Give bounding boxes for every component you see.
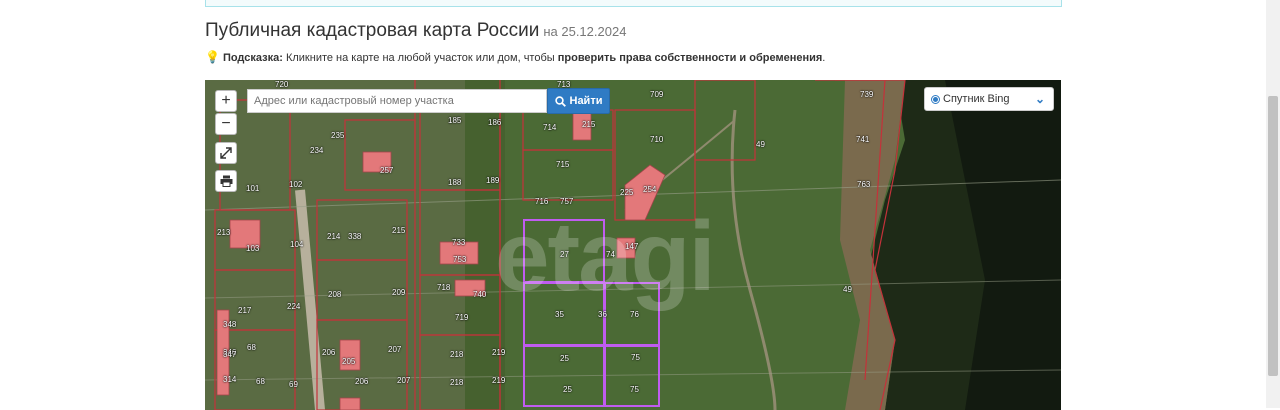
parcel-label: 76 [630, 310, 639, 319]
parcel-label: 314 [223, 375, 237, 384]
parcel-label: 348 [223, 320, 237, 329]
parcel-label: 188 [448, 178, 462, 187]
parcel-label: 186 [488, 118, 502, 127]
lightbulb-icon: 💡 [205, 50, 220, 64]
parcel-label: 101 [246, 184, 260, 193]
page-scrollbar[interactable] [1266, 0, 1280, 408]
parcel-label: 710 [650, 135, 664, 144]
zoom-in-button[interactable]: + [215, 90, 237, 112]
hint-bold-text: проверить права собственности и обремене… [557, 52, 823, 64]
printer-icon [220, 175, 232, 187]
layer-select-value: Спутник Bing [943, 93, 1010, 105]
watermark: etagi [495, 201, 716, 311]
parcel-label: 254 [643, 185, 657, 194]
parcel-label: 102 [289, 180, 303, 189]
chevron-down-icon: ⌄ [1034, 92, 1045, 106]
parcel-label: 75 [631, 353, 640, 362]
search-input[interactable] [247, 89, 547, 113]
parcel-label: 35 [555, 310, 564, 319]
title-text: Публичная кадастровая карта России [205, 20, 540, 41]
parcel-label: 74 [606, 250, 615, 259]
parcel-label: 225 [620, 188, 634, 197]
parcel-label: 716 [535, 197, 549, 206]
parcel-label: 338 [348, 232, 362, 241]
page-title: Публичная кадастровая карта России на 25.… [205, 20, 626, 42]
parcel-label: 719 [455, 313, 469, 322]
expand-icon [220, 147, 232, 159]
parcel-label: 753 [453, 255, 467, 264]
search-icon [554, 95, 566, 107]
top-info-box [205, 0, 1062, 7]
parcel-label: 214 [327, 232, 341, 241]
parcel-label: 36 [598, 310, 607, 319]
parcel-label: 205 [342, 357, 356, 366]
radio-icon [931, 94, 940, 104]
cadastral-map[interactable]: etagi + − Найти Спутник Bing ⌄ 720 713 709… [205, 80, 1061, 410]
parcel-label: 718 [437, 283, 451, 292]
parcel-label: 733 [452, 238, 466, 247]
fullscreen-button[interactable] [215, 142, 237, 164]
parcel-label: 75 [630, 385, 639, 394]
parcel-label: 720 [275, 80, 289, 89]
hint-label: Подсказка: [222, 52, 283, 64]
parcel-label: 763 [857, 180, 871, 189]
parcel-label: 218 [450, 350, 464, 359]
parcel-label: 739 [860, 90, 874, 99]
parcel-label: 69 [289, 380, 298, 389]
parcel-label: 715 [556, 160, 570, 169]
parcel-label: 25 [563, 385, 572, 394]
hint-end: . [822, 52, 826, 64]
parcel-label: 49 [756, 140, 765, 149]
parcel-label: 49 [843, 285, 852, 294]
parcel-label: 714 [543, 123, 557, 132]
parcel-label: 189 [486, 176, 500, 185]
parcel-label: 206 [322, 348, 336, 357]
hint-line: 💡 Подсказка: Кликните на карте на любой у… [205, 50, 825, 64]
parcel-label: 207 [397, 376, 411, 385]
layer-select[interactable]: Спутник Bing ⌄ [924, 87, 1054, 111]
parcel-label: 257 [380, 166, 394, 175]
parcel-label: 347 [223, 350, 237, 359]
parcel-label: 147 [625, 242, 639, 251]
print-button[interactable] [215, 170, 237, 192]
parcel-label: 219 [492, 376, 506, 385]
parcel-label: 207 [388, 345, 402, 354]
parcel-label: 104 [290, 240, 304, 249]
parcel-label: 206 [355, 377, 369, 386]
parcel-label: 25 [560, 354, 569, 363]
parcel-label: 27 [560, 250, 569, 259]
parcel-label: 757 [560, 197, 574, 206]
parcel-label: 185 [448, 116, 462, 125]
parcel-label: 215 [582, 120, 596, 129]
parcel-label: 235 [331, 131, 345, 140]
search-button-label: Найти [569, 95, 603, 107]
parcel-label: 209 [392, 288, 406, 297]
parcel-label: 208 [328, 290, 342, 299]
title-date: на 25.12.2024 [543, 24, 627, 39]
parcel-label: 215 [392, 226, 406, 235]
search-button[interactable]: Найти [547, 88, 610, 114]
parcel-label: 224 [287, 302, 301, 311]
parcel-label: 713 [557, 80, 571, 89]
parcel-label: 218 [450, 378, 464, 387]
parcel-label: 219 [492, 348, 506, 357]
zoom-out-button[interactable]: − [215, 113, 237, 135]
parcel-label: 103 [246, 244, 260, 253]
scrollbar-thumb[interactable] [1268, 96, 1278, 376]
parcel-label: 68 [247, 343, 256, 352]
parcel-label: 741 [856, 135, 870, 144]
parcel-label: 217 [238, 306, 252, 315]
parcel-label: 213 [217, 228, 231, 237]
hint-text: Кликните на карте на любой участок или д… [282, 52, 558, 64]
parcel-label: 709 [650, 90, 664, 99]
parcel-label: 68 [256, 377, 265, 386]
parcel-label: 740 [473, 290, 487, 299]
parcel-label: 234 [310, 146, 324, 155]
